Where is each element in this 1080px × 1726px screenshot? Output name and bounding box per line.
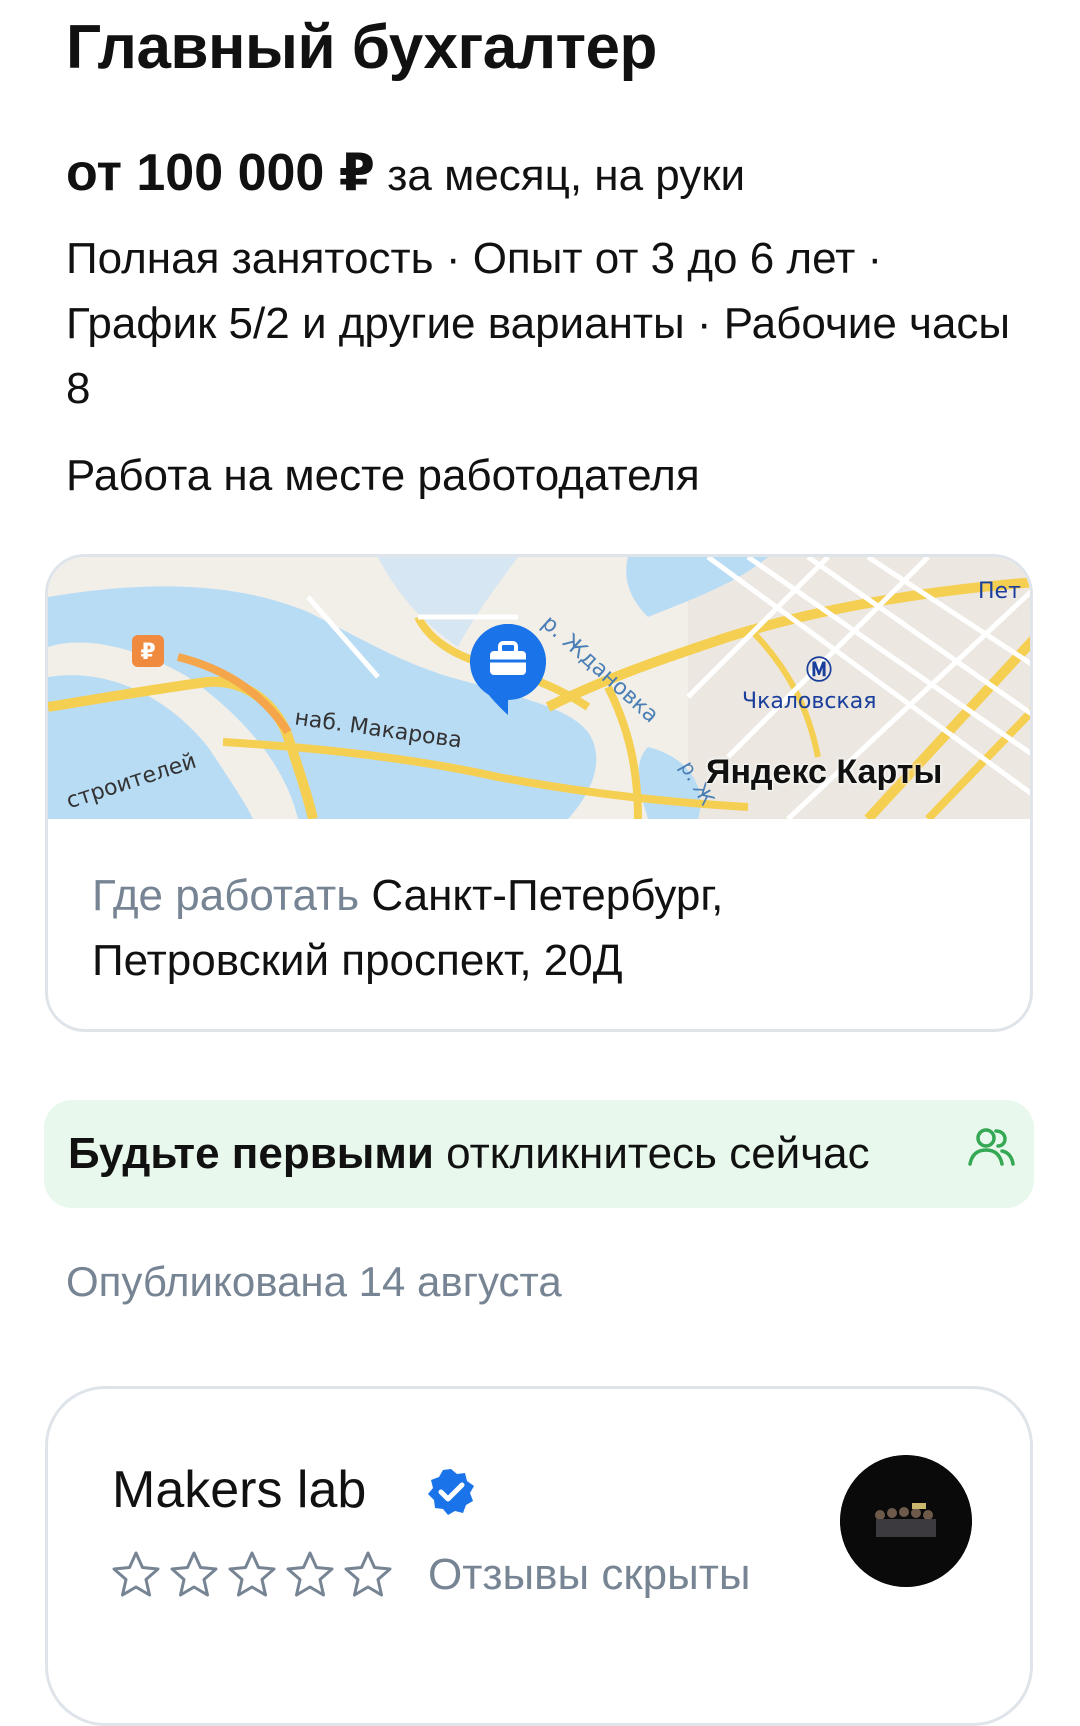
star-outline-icon xyxy=(228,1551,276,1597)
reviews-hidden-text: Отзывы скрыты xyxy=(428,1550,751,1599)
first-response-banner: Будьте первыми откликнитесь сейчас xyxy=(44,1100,1034,1208)
svg-text:₽: ₽ xyxy=(140,640,155,665)
employment-conditions: Полная занятость · Опыт от 3 до 6 лет · … xyxy=(66,234,1011,413)
star-outline-icon xyxy=(112,1551,160,1597)
address-label: Где работать xyxy=(92,871,360,920)
banner-strong: Будьте первыми xyxy=(68,1129,434,1178)
people-icon xyxy=(968,1128,1015,1166)
company-rating: Отзывы скрыты xyxy=(110,1549,751,1613)
banner-text: Будьте первыми откликнитесь сейчас xyxy=(68,1122,870,1186)
metro-icon: Ⓜ xyxy=(806,655,832,686)
star-outline-icon xyxy=(286,1551,334,1597)
company-logo[interactable] xyxy=(840,1455,972,1587)
yandex-maps-logo[interactable]: Яндекс Карты xyxy=(706,753,942,792)
yandex-maps-logo-text: Яндекс Карты xyxy=(706,753,943,791)
salary: от 100 000 ₽ за месяц, на руки xyxy=(66,138,745,221)
salary-amount: от 100 000 ₽ xyxy=(66,144,375,202)
publication-date: Опубликована 14 августа xyxy=(66,1258,562,1305)
company-name[interactable]: Makers lab xyxy=(112,1455,366,1525)
banner-rest: откликнитесь сейчас xyxy=(433,1129,870,1178)
company-card[interactable]: Makers lab Отзывы скрыты xyxy=(45,1386,1033,1726)
map-preview[interactable]: ₽ Ⓜ наб. Макарова р. Ждановка Чкаловская xyxy=(48,557,1030,819)
work-format: Работа на месте работодателя xyxy=(66,451,700,500)
ruble-marker-icon: ₽ xyxy=(132,635,164,667)
verified-badge-icon xyxy=(428,1469,474,1515)
work-address: Где работать Санкт-Петербург, Петровский… xyxy=(92,863,972,993)
salary-suffix: за месяц, на руки xyxy=(374,151,746,200)
star-outline-icon xyxy=(170,1551,218,1597)
star-outline-icon xyxy=(344,1551,392,1597)
vacancy-title: Главный бухгалтер xyxy=(66,13,657,82)
vacancy-page: Главный бухгалтер от 100 000 ₽ за месяц,… xyxy=(0,0,1080,1726)
address-card[interactable]: ₽ Ⓜ наб. Макарова р. Ждановка Чкаловская xyxy=(45,554,1033,1032)
map-label-corner: Пет xyxy=(978,579,1021,604)
svg-text:Ⓜ: Ⓜ xyxy=(806,655,832,686)
map-label-metro: Чкаловская xyxy=(742,689,877,714)
